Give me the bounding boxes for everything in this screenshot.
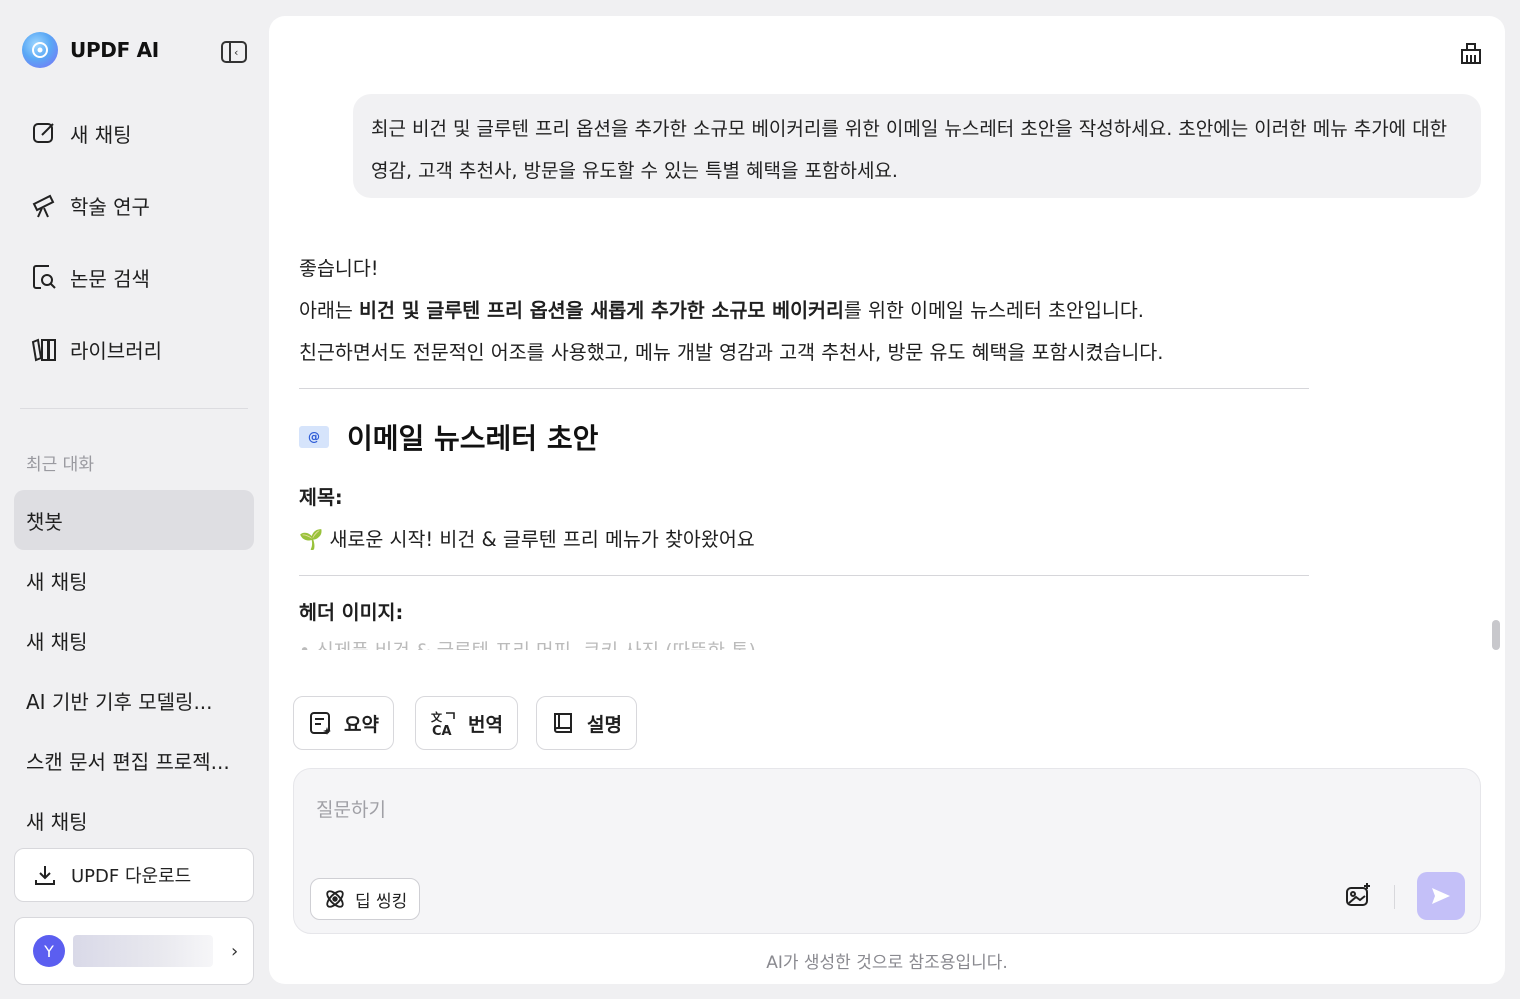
nav-new-chat[interactable]: 새 채팅 — [30, 115, 132, 151]
question-input[interactable] — [316, 795, 1416, 835]
collapse-sidebar-icon[interactable]: ‹ — [221, 41, 247, 63]
ai-response: 좋습니다! 아래는 비건 및 글루텐 프리 옵션을 새롭게 추가한 소규모 베이… — [299, 248, 1309, 650]
response-intro: 아래는 비건 및 글루텐 프리 옵션을 새롭게 추가한 소규모 베이커리를 위한… — [299, 299, 1144, 322]
chat-panel: 최근 비건 및 글루텐 프리 옵션을 추가한 소규모 베이커리를 위한 이메일 … — [269, 16, 1505, 984]
ai-disclaimer: AI가 생성한 것으로 참조용입니다. — [766, 953, 1008, 973]
translate-button[interactable]: 文 CA 번역 — [415, 696, 518, 750]
updf-ai-logo-icon — [22, 32, 58, 68]
recent-chat-item[interactable]: 새 채팅 — [14, 790, 254, 850]
avatar: Y — [33, 935, 65, 967]
recent-chat-item[interactable]: AI 기반 기후 모델링... — [14, 670, 254, 730]
sidebar-divider — [20, 408, 248, 409]
download-label: UPDF 다운로드 — [71, 866, 192, 887]
input-separator — [1394, 885, 1395, 909]
envelope-icon: @ — [299, 426, 329, 448]
library-icon — [30, 335, 58, 363]
edit-icon — [30, 119, 58, 147]
user-message-bubble: 최근 비건 및 글루텐 프리 옵션을 추가한 소규모 베이커리를 위한 이메일 … — [353, 94, 1481, 198]
chat-scrollbar[interactable] — [1492, 620, 1500, 650]
response-intro-line2: 친근하면서도 전문적인 어조를 사용했고, 메뉴 개발 영감과 고객 추천사, … — [299, 341, 1164, 364]
nav-label: 학술 연구 — [70, 194, 150, 219]
clear-chat-icon[interactable] — [1457, 38, 1485, 70]
recent-chat-item[interactable]: 새 채팅 — [14, 610, 254, 670]
image-upload-icon[interactable] — [1344, 881, 1372, 913]
nav-label: 새 채팅 — [70, 122, 132, 147]
deep-thinking-toggle[interactable]: 딥 씽킹 — [310, 878, 421, 920]
doc-search-icon — [30, 263, 58, 291]
response-divider — [299, 575, 1309, 576]
header-image-bullet: • 신제품 비건 & 글루텐 프리 머핀, 쿠키 사진 (따뜻한 톤) — [299, 636, 1309, 650]
response-greeting: 좋습니다! — [299, 257, 379, 280]
download-updf-button[interactable]: UPDF 다운로드 — [14, 848, 254, 902]
recent-chat-item[interactable]: 챗봇 — [14, 490, 254, 550]
nav-label: 라이브러리 — [70, 338, 162, 363]
send-button[interactable] — [1417, 872, 1465, 920]
nav-paper-search[interactable]: 논문 검색 — [30, 259, 150, 295]
nav-label: 논문 검색 — [70, 266, 150, 291]
explain-button[interactable]: 설명 — [536, 696, 637, 750]
brand-name: UPDF AI — [70, 38, 159, 62]
seedling-icon: 🌱 — [299, 528, 324, 551]
recent-title: 최근 대화 — [26, 455, 94, 475]
recent-chat-item[interactable]: 새 채팅 — [14, 550, 254, 610]
header-image-label: 헤더 이미지: — [299, 601, 404, 624]
translate-icon: 文 CA — [430, 709, 458, 737]
subject-label: 제목: — [299, 486, 343, 509]
user-account-card[interactable]: Y › — [14, 917, 254, 985]
brand: UPDF AI — [22, 32, 159, 68]
chat-input-box: 딥 씽킹 — [293, 768, 1481, 934]
chevron-right-icon: › — [231, 940, 239, 962]
svg-text:CA: CA — [432, 724, 452, 737]
svg-text:文: 文 — [431, 710, 443, 724]
summary-button[interactable]: 요약 — [293, 696, 394, 750]
nav-library[interactable]: 라이브러리 — [30, 331, 162, 367]
atom-icon — [323, 887, 347, 911]
sidebar: UPDF AI ‹ 새 채팅 학술 연구 논문 검색 라이브러리 최근 대화 챗… — [0, 0, 268, 999]
telescope-icon — [30, 191, 58, 219]
response-heading: @ 이메일 뉴스레터 초안 — [299, 417, 1309, 457]
app-window: UPDF AI ‹ 새 채팅 학술 연구 논문 검색 라이브러리 최근 대화 챗… — [0, 0, 1520, 999]
download-icon — [33, 863, 57, 887]
response-divider — [299, 388, 1309, 389]
user-name-redacted — [73, 935, 213, 967]
subject-line: 🌱 새로운 시작! 비건 & 글루텐 프리 메뉴가 찾아왔어요 — [299, 528, 755, 551]
nav-academic-research[interactable]: 학술 연구 — [30, 187, 150, 223]
recent-chat-item[interactable]: 스캔 문서 편집 프로젝... — [14, 730, 254, 790]
send-icon — [1432, 888, 1450, 904]
summary-icon — [308, 710, 334, 736]
book-icon — [551, 710, 577, 736]
